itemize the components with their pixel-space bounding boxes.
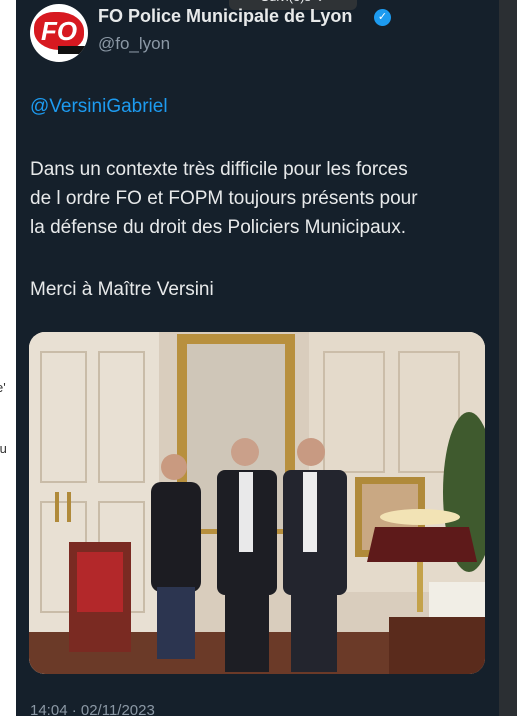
tweet-card: Suivi(e)s ⌄ FO FO Police Municipale de L… [16,0,499,716]
left-fragment-1: e' [0,380,6,395]
avatar[interactable]: FO [30,4,88,62]
author-name[interactable]: FO Police Municipale de Lyon [98,6,352,27]
avatar-ribbon [58,46,86,54]
tweet-closing: Merci à Maître Versini [30,279,214,300]
avatar-logo: FO [34,12,84,50]
tweet-photo[interactable] [29,332,485,674]
author-handle[interactable]: @fo_lyon [98,34,170,54]
mention-link[interactable]: @VersiniGabriel [30,96,168,118]
tweet-body: Dans un contexte très difficile pour les… [30,155,490,242]
scrollbar-track[interactable] [499,0,517,716]
tweet-body-line: la défense du droit des Policiers Munici… [30,217,406,238]
tweet-body-line: Dans un contexte très difficile pour les… [30,159,408,180]
verified-badge-icon: ✓ [374,9,391,26]
tweet-body-line: de l ordre FO et FOPM toujours présents … [30,188,418,209]
left-fragment-2: tu [0,441,7,456]
tweet-timestamp[interactable]: 14:04 · 02/11/2023 [30,702,155,716]
background-page-strip: e' tu [0,0,16,716]
photo-illustration [29,332,485,674]
